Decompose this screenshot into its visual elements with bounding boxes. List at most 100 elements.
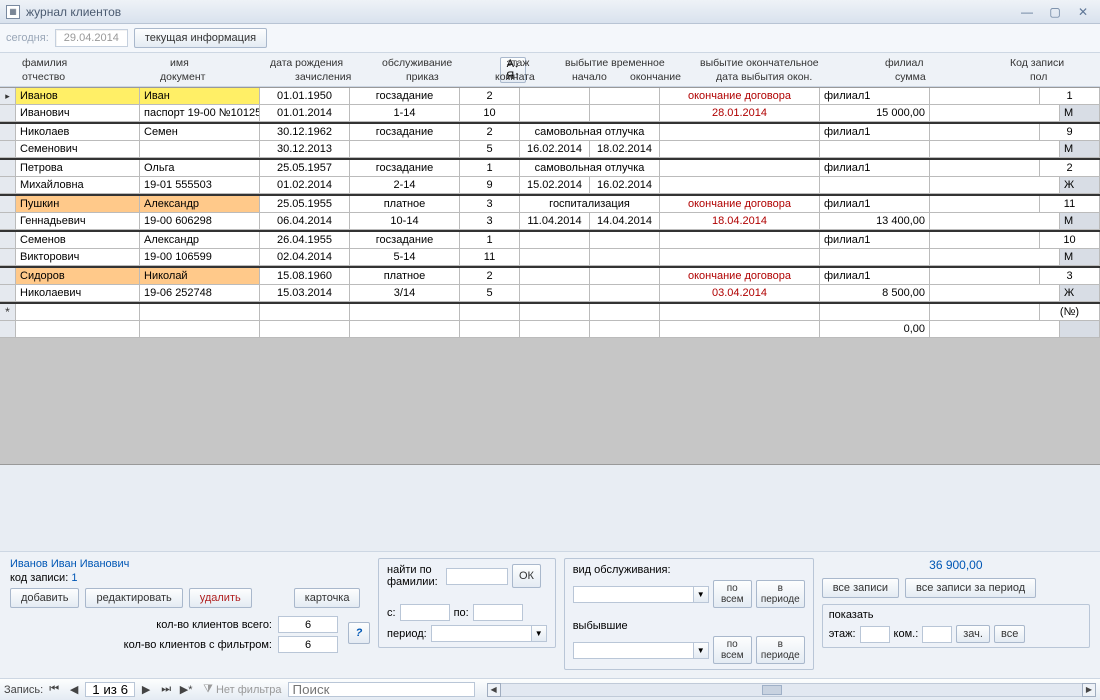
cell-abs-start[interactable]: 16.02.2014 (520, 141, 590, 158)
cell-lastname[interactable]: Пушкин (16, 196, 140, 213)
cell-final-date[interactable] (660, 177, 820, 194)
find-ok-button[interactable]: ОК (512, 564, 541, 588)
cell-patronymic[interactable] (16, 321, 140, 338)
cell-firstname[interactable]: Ольга (140, 160, 260, 177)
cell-sex[interactable]: М (1060, 249, 1100, 266)
table-row[interactable]: Николаевич19-06 25274815.03.20143/14503.… (0, 285, 1100, 302)
cell-order[interactable]: 3/14 (350, 285, 460, 302)
cell-service[interactable]: госзадание (350, 88, 460, 105)
cell-service[interactable]: платное (350, 268, 460, 285)
cell-id[interactable]: (№) (1040, 304, 1100, 321)
cell-floor[interactable]: 1 (460, 232, 520, 249)
cell-dob[interactable]: 25.05.1955 (260, 196, 350, 213)
row-selector[interactable] (0, 177, 16, 194)
cell-room[interactable]: 11 (460, 249, 520, 266)
recnav-position[interactable] (85, 682, 135, 697)
cell-branch[interactable]: филиал1 (820, 196, 930, 213)
cell-final-date[interactable]: 18.04.2014 (660, 213, 820, 230)
cell-enroll[interactable] (260, 321, 350, 338)
row-selector[interactable] (0, 249, 16, 266)
cell-sum[interactable] (820, 249, 930, 266)
cell-document[interactable] (140, 321, 260, 338)
from-input[interactable] (400, 604, 450, 621)
table-row[interactable]: Геннадьевич19-00 60629806.04.201410-1431… (0, 213, 1100, 230)
cell-id[interactable]: 10 (1040, 232, 1100, 249)
cell-abs-end[interactable] (590, 249, 660, 266)
cell-firstname[interactable]: Александр (140, 232, 260, 249)
serv-period-button[interactable]: в периоде (756, 580, 805, 608)
nav-prev-icon[interactable]: ◀ (65, 682, 83, 698)
current-info-button[interactable]: текущая информация (134, 28, 267, 48)
cell-order[interactable] (350, 321, 460, 338)
cell-final-date[interactable] (660, 141, 820, 158)
cell-id[interactable]: 3 (1040, 268, 1100, 285)
cell-document[interactable]: 19-06 252748 (140, 285, 260, 302)
cell-abs-end[interactable] (590, 304, 660, 321)
table-row[interactable]: СидоровНиколай15.08.1960платное2окончани… (0, 268, 1100, 285)
nav-first-icon[interactable]: ⏮ (45, 682, 63, 698)
cell-order[interactable]: 5-14 (350, 249, 460, 266)
cell-abs-end[interactable] (590, 285, 660, 302)
cell-service[interactable]: госзадание (350, 232, 460, 249)
table-row[interactable]: ПушкинАлександр25.05.1955платное3госпита… (0, 196, 1100, 213)
serv-all-button[interactable]: по всем (713, 580, 752, 608)
cell-order[interactable]: 10-14 (350, 213, 460, 230)
row-selector[interactable] (0, 105, 16, 122)
cell-abs-start[interactable] (520, 249, 590, 266)
cell-sum[interactable] (820, 141, 930, 158)
cell-document[interactable]: 19-00 606298 (140, 213, 260, 230)
delete-button[interactable]: удалить (189, 588, 252, 608)
cell-abs-start-empty[interactable] (520, 268, 590, 285)
cell-enroll[interactable]: 06.04.2014 (260, 213, 350, 230)
period-combo[interactable] (431, 625, 531, 642)
cell-abs-start[interactable] (520, 304, 590, 321)
cell-patronymic[interactable]: Геннадьевич (16, 213, 140, 230)
cell-sum[interactable]: 15 000,00 (820, 105, 930, 122)
cell-firstname[interactable]: Иван (140, 88, 260, 105)
cell-abs-start-empty[interactable] (520, 232, 590, 249)
nav-new-icon[interactable]: ▶* (177, 682, 195, 698)
find-by-input[interactable] (446, 568, 508, 585)
cell-sum[interactable]: 8 500,00 (820, 285, 930, 302)
cell-firstname[interactable]: Николай (140, 268, 260, 285)
cell-sex[interactable]: М (1060, 141, 1100, 158)
cell-room[interactable]: 5 (460, 141, 520, 158)
help-button[interactable]: ? (348, 622, 370, 644)
row-selector[interactable] (0, 213, 16, 230)
row-selector[interactable] (0, 141, 16, 158)
cell-branch[interactable]: филиал1 (820, 160, 930, 177)
cell-service[interactable]: госзадание (350, 124, 460, 141)
cell-patronymic[interactable]: Михайловна (16, 177, 140, 194)
service-type-combo[interactable] (573, 586, 693, 603)
cell-order[interactable]: 1-14 (350, 105, 460, 122)
floor-filter-input[interactable] (860, 626, 890, 643)
left-all-button[interactable]: по всем (713, 636, 752, 664)
cell-room[interactable]: 5 (460, 285, 520, 302)
cell-abs-start[interactable] (520, 321, 590, 338)
cell-abs-end[interactable] (590, 321, 660, 338)
cell-lastname[interactable]: Семенов (16, 232, 140, 249)
cell-final-date[interactable]: 03.04.2014 (660, 285, 820, 302)
cell-final[interactable] (660, 160, 820, 177)
new-row[interactable]: 0,00 (0, 321, 1100, 338)
cell-final[interactable]: окончание договора (660, 196, 820, 213)
cell-final[interactable] (660, 124, 820, 141)
nav-last-icon[interactable]: ⏭ (157, 682, 175, 698)
cell-lastname[interactable]: Сидоров (16, 268, 140, 285)
cell-document[interactable]: 19-01 555503 (140, 177, 260, 194)
table-row[interactable]: НиколаевСемен30.12.1962госзадание2самово… (0, 124, 1100, 141)
cell-lastname[interactable] (16, 304, 140, 321)
table-row[interactable]: ИвановИван01.01.1950госзадание2окончание… (0, 88, 1100, 105)
cell-absence-label[interactable]: самовольная отлучка (520, 124, 660, 141)
cell-lastname[interactable]: Николаев (16, 124, 140, 141)
cell-sum[interactable]: 13 400,00 (820, 213, 930, 230)
cell-sex[interactable]: М (1060, 105, 1100, 122)
cell-final-date[interactable] (660, 321, 820, 338)
row-selector[interactable] (0, 232, 16, 249)
cell-abs-start[interactable] (520, 105, 590, 122)
row-selector[interactable] (0, 124, 16, 141)
cell-floor[interactable]: 3 (460, 196, 520, 213)
hscrollbar[interactable]: ◀ ▶ (487, 683, 1096, 697)
cell-abs-end-empty[interactable] (590, 268, 660, 285)
cell-floor[interactable]: 2 (460, 88, 520, 105)
